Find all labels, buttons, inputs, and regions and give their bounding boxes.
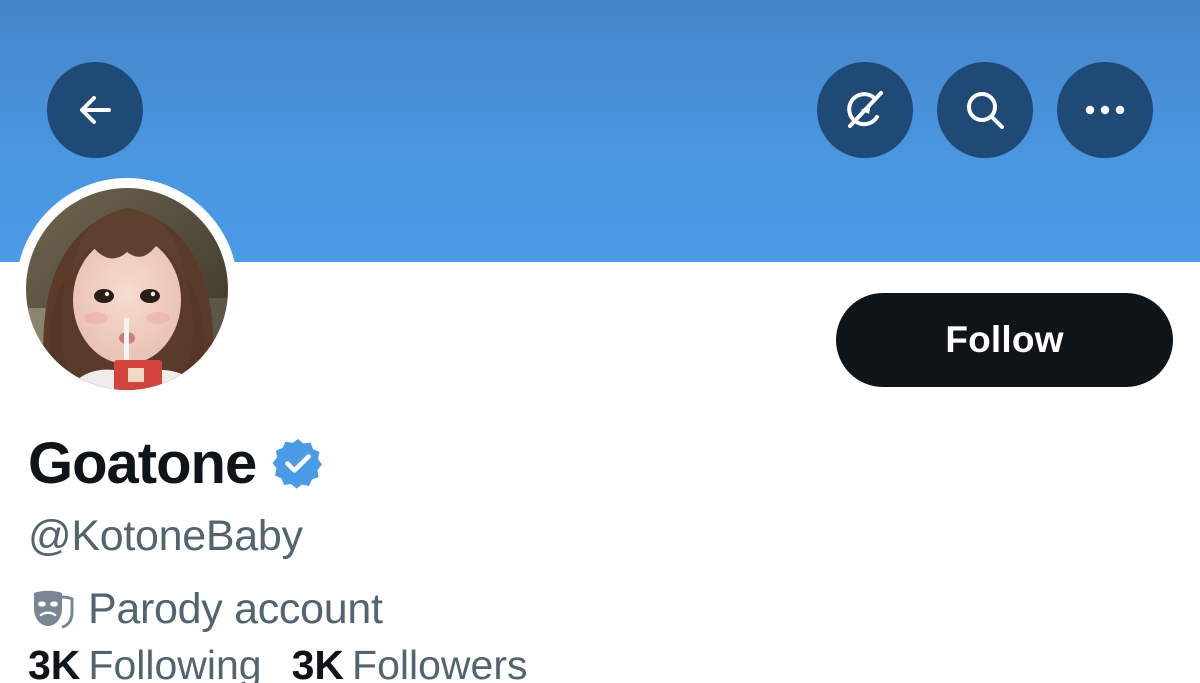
following-stat[interactable]: 3K Following [28,642,262,683]
search-icon [967,92,1004,129]
avatar-image [26,188,228,390]
back-button[interactable] [47,62,143,158]
followers-count: 3K [291,641,345,683]
followers-stat[interactable]: 3K Followers [292,642,528,683]
arrow-left-icon [80,96,111,124]
grok-button[interactable] [817,62,913,158]
search-button[interactable] [937,62,1033,158]
following-label: Following [88,641,262,683]
more-options-button[interactable] [1057,62,1153,158]
parody-label-row: Parody account [28,582,383,636]
parody-account-label: Parody account [88,584,383,633]
verified-badge-icon[interactable] [272,437,324,489]
following-count: 3K [28,641,81,683]
follow-button[interactable]: Follow [836,293,1173,387]
name-row: Goatone [28,428,324,498]
avatar[interactable] [26,188,228,390]
profile-page: Follow Goatone @KotoneBaby Parody accoun… [0,0,1200,683]
follow-stats: 3K Following 3K Followers [28,638,527,683]
grok-icon [847,91,883,128]
theater-masks-icon [34,590,74,629]
more-horizontal-icon [1085,105,1125,115]
avatar-frame [16,178,238,400]
username-handle: @KotoneBaby [28,512,303,560]
followers-label: Followers [352,641,528,683]
display-name: Goatone [28,430,257,496]
